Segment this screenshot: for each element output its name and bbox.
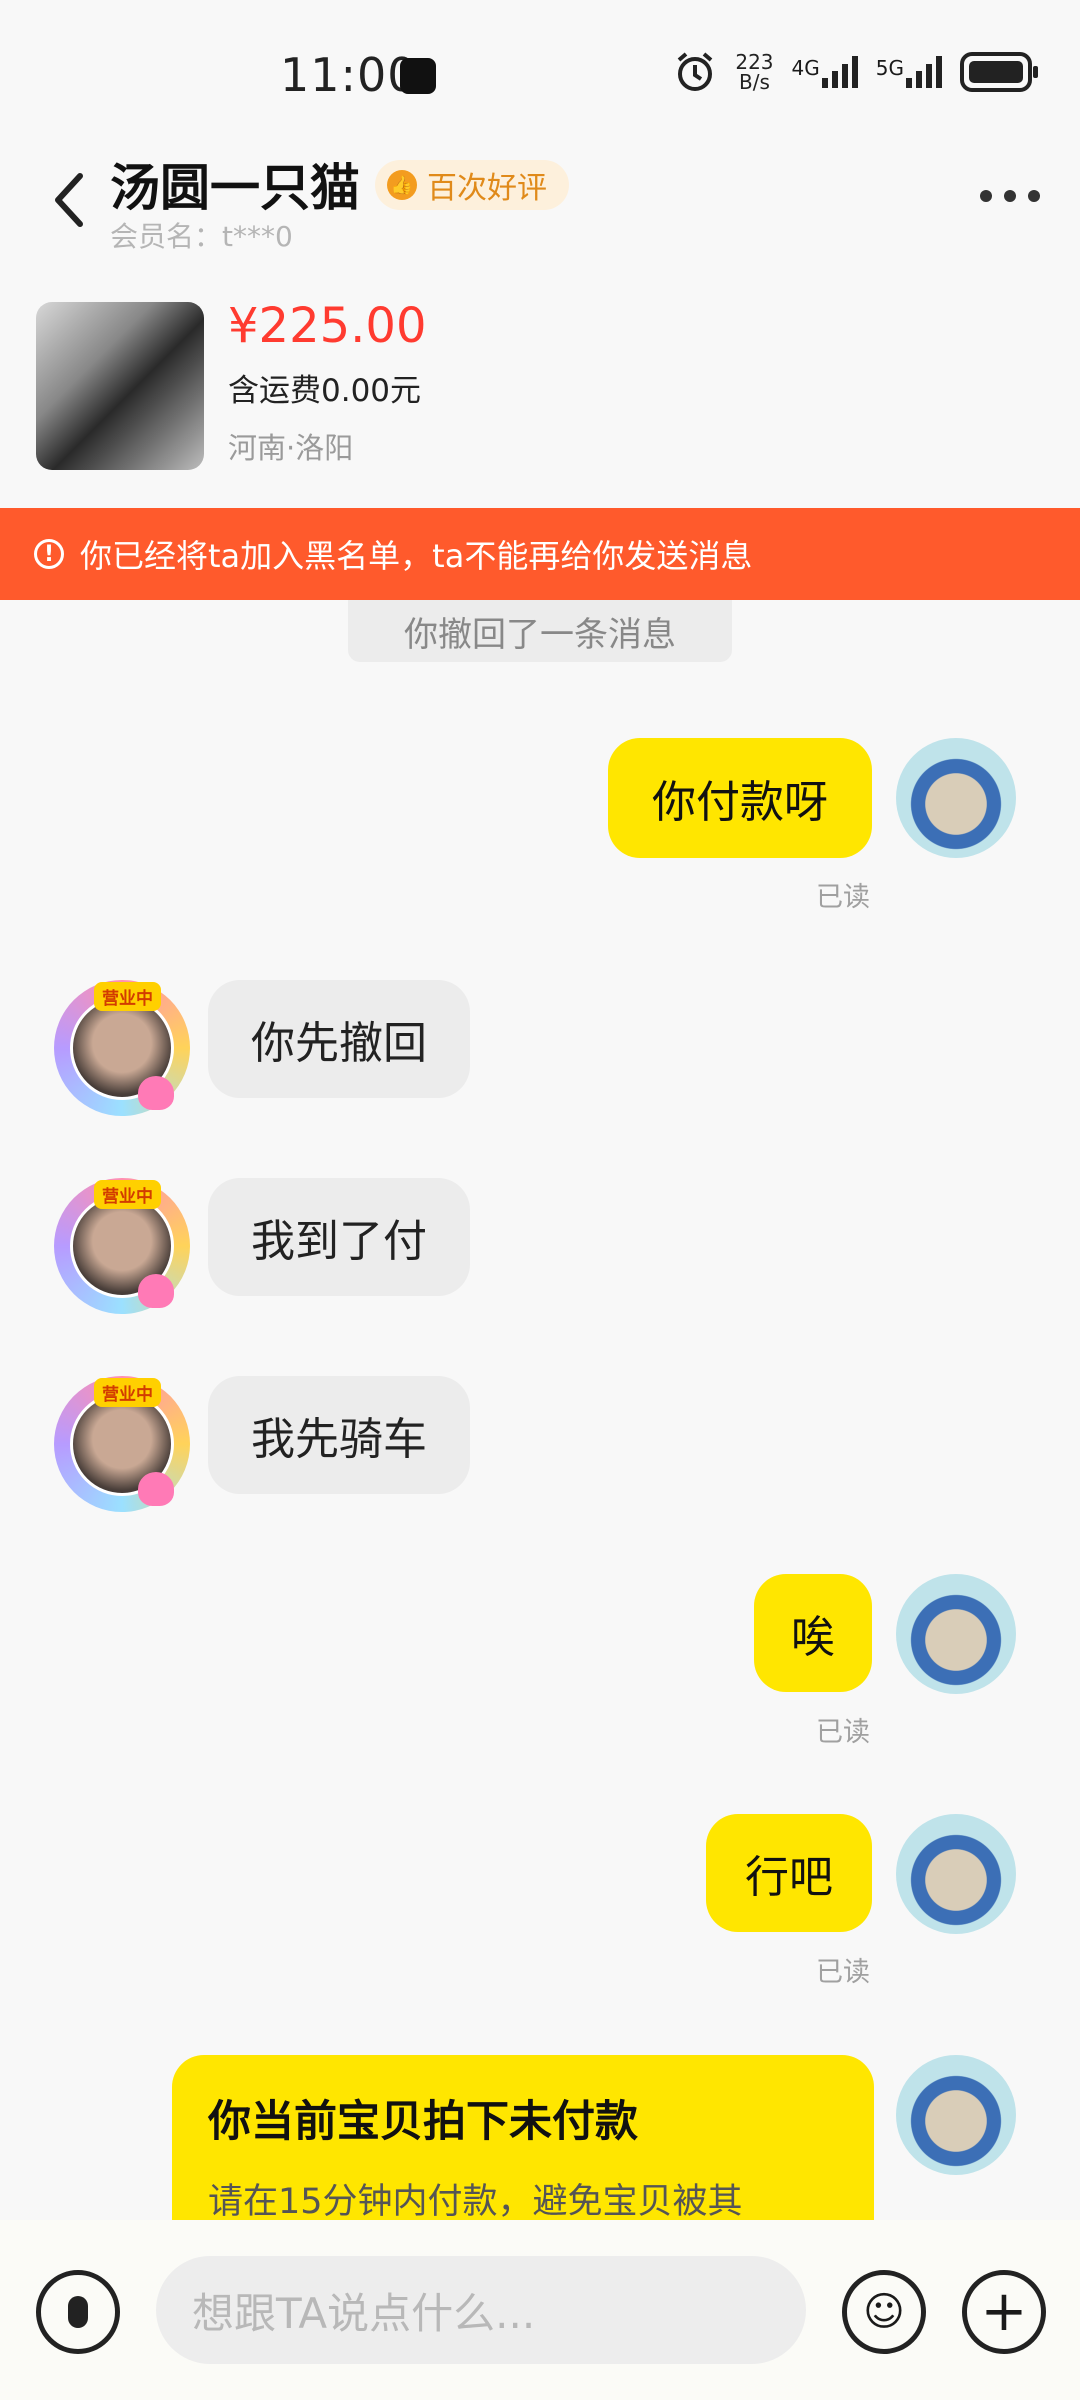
rating-badge-label: 百次好评 xyxy=(427,171,547,206)
back-icon[interactable] xyxy=(48,170,88,230)
status-time: 11:00 xyxy=(280,48,418,102)
message-bubble-theirs[interactable]: 我先骑车 xyxy=(208,1376,470,1494)
read-status: 已读 xyxy=(816,1717,870,1748)
blacklist-banner-text: 你已经将ta加入黑名单，ta不能再给你发送消息 xyxy=(80,537,753,575)
signal-5g: 5G xyxy=(876,56,942,88)
plus-icon[interactable]: + xyxy=(962,2270,1046,2354)
message-bubble-theirs[interactable]: 我到了付 xyxy=(208,1178,470,1296)
signal-bars-icon xyxy=(821,56,858,88)
message-bubble-mine[interactable]: 你付款呀 xyxy=(608,738,872,858)
octopus-sticker-icon xyxy=(138,1472,174,1506)
unpaid-order-subtitle: 请在15分钟内付款，避免宝贝被其 xyxy=(208,2182,743,2222)
more-icon[interactable] xyxy=(980,190,1040,202)
contact-avatar[interactable]: 营业中 xyxy=(54,1376,190,1512)
my-avatar[interactable] xyxy=(896,1574,1016,1694)
read-status: 已读 xyxy=(816,1957,870,1988)
message-bubble-mine[interactable]: 行吧 xyxy=(706,1814,872,1932)
net-speed: 223 B/s xyxy=(735,52,773,92)
octopus-sticker-icon xyxy=(138,1076,174,1110)
warning-icon: ! xyxy=(34,539,64,569)
net-speed-value: 223 xyxy=(735,50,774,74)
member-name: 会员名：t***0 xyxy=(110,220,293,253)
product-location: 河南·洛阳 xyxy=(228,431,354,465)
net-speed-unit: B/s xyxy=(738,70,770,94)
alarm-icon xyxy=(678,52,713,91)
signal-4g: 4G xyxy=(792,56,858,88)
signal-5g-label: 5G xyxy=(875,56,904,80)
blacklist-banner: ! 你已经将ta加入黑名单，ta不能再给你发送消息 xyxy=(0,508,1080,600)
octopus-sticker-icon xyxy=(138,1274,174,1308)
thumbs-up-icon: 👍 xyxy=(387,170,417,200)
message-bubble-mine[interactable]: 唉 xyxy=(754,1574,872,1692)
my-avatar[interactable] xyxy=(896,2055,1016,2175)
message-bubble-theirs[interactable]: 你先撤回 xyxy=(208,980,470,1098)
emoji-icon[interactable]: ☺ xyxy=(842,2270,926,2354)
unpaid-order-card[interactable]: 你当前宝贝拍下未付款 请在15分钟内付款，避免宝贝被其 xyxy=(172,2055,874,2225)
unpaid-order-title: 你当前宝贝拍下未付款 xyxy=(208,2097,638,2147)
message-input[interactable]: 想跟TA说点什么... xyxy=(156,2256,806,2364)
shipping-fee: 含运费0.00元 xyxy=(228,373,422,409)
product-price: ¥225.00 xyxy=(228,298,427,354)
my-avatar[interactable] xyxy=(896,738,1016,858)
battery-icon xyxy=(960,52,1038,92)
rating-badge[interactable]: 👍 百次好评 xyxy=(375,160,569,210)
signal-bars-icon xyxy=(906,56,942,88)
signal-4g-label: 4G xyxy=(791,56,820,80)
contact-name[interactable]: 汤圆一只猫 xyxy=(110,148,360,220)
recall-notice: 你撤回了一条消息 xyxy=(348,600,732,662)
status-icons: 223 B/s 4G 5G xyxy=(673,50,1040,94)
mic-icon[interactable] xyxy=(36,2270,120,2354)
read-status: 已读 xyxy=(816,882,870,913)
avatar-status-tag: 营业中 xyxy=(94,982,161,1011)
product-image[interactable] xyxy=(36,302,204,470)
avatar-status-tag: 营业中 xyxy=(94,1378,161,1407)
avatar-status-tag: 营业中 xyxy=(94,1180,161,1209)
app-notification-icon xyxy=(400,58,436,94)
contact-avatar[interactable]: 营业中 xyxy=(54,1178,190,1314)
contact-avatar[interactable]: 营业中 xyxy=(54,980,190,1116)
my-avatar[interactable] xyxy=(896,1814,1016,1934)
